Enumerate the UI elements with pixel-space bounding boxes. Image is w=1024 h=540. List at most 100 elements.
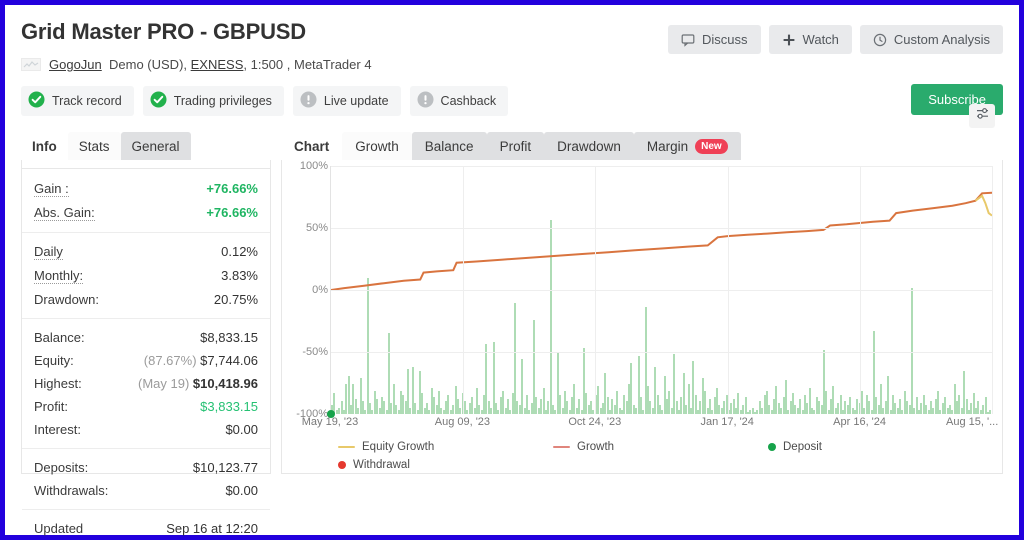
info-row-value: 0.12% (221, 244, 258, 259)
legend-item[interactable]: Withdrawal (338, 459, 410, 471)
legend-label: Deposit (783, 441, 822, 453)
info-row: Interest: $0.00 (34, 418, 258, 441)
check-circle-icon (150, 91, 167, 111)
custom-analysis-label: Custom Analysis (893, 32, 990, 47)
plot-canvas[interactable] (327, 166, 993, 418)
legend-label: Growth (577, 441, 615, 453)
info-row-key: Balance: (34, 330, 85, 345)
chart-panel: Chart Growth Balance Profit Drawdown Margin Ne… (281, 104, 1003, 474)
info-row-value: $8,833.15 (200, 330, 258, 345)
discuss-button[interactable]: Discuss (668, 25, 761, 54)
badge-track-record[interactable]: Track record (21, 86, 134, 116)
speech-bubble-icon (681, 33, 695, 47)
leverage: , 1:500 , (243, 57, 291, 72)
info-tab-info[interactable]: Info (21, 132, 68, 160)
info-rows: Gain : +76.66% Abs. Gain: +76.66% Daily 0.12%… (22, 177, 270, 540)
tab-label: Drawdown (557, 139, 621, 154)
info-row-key: Updated (34, 521, 84, 536)
info-row-value: +76.66% (206, 205, 258, 220)
x-axis-labels: May 19, '23 Aug 09, '23 Oct 24, '23 Jan 17,… (302, 416, 999, 436)
info-row-key: Deposits: (34, 460, 89, 475)
info-row-value-prefix: (May 19) (138, 376, 193, 391)
grid-line-vertical (727, 166, 729, 414)
badge-label: Track record (52, 94, 122, 108)
info-row-value: $10,123.77 (192, 460, 258, 475)
badge-cashback[interactable]: Cashback (409, 86, 509, 116)
account-subline: GogoJun Demo (USD), EXNESS , 1:500 , Met… (21, 57, 1003, 72)
header-actions: Discuss Watch Custom Analysis (668, 25, 1003, 54)
info-row-key[interactable]: Monthly: (34, 268, 84, 284)
info-tab-stats[interactable]: Stats (67, 132, 121, 160)
info-row: Deposits: $10,123.77 (34, 456, 258, 479)
info-row-value: $0.00 (225, 483, 258, 498)
info-row: Abs. Gain: +76.66% (34, 201, 258, 225)
chart-tab-profit[interactable]: Profit (486, 132, 545, 160)
chart-card: 100% 50% 0% -50% -100% May 19, '23 Aug 09, '2… (281, 160, 1003, 474)
tab-label: Balance (424, 139, 474, 154)
info-row: Monthly: 3.83% (34, 264, 258, 288)
new-badge: New (695, 139, 728, 154)
info-row-key[interactable]: Abs. Gain: (34, 205, 95, 221)
x-tick-label: Apr 16, '24 (833, 416, 887, 428)
platform: MetaTrader 4 (294, 57, 372, 72)
series-line-growth (331, 193, 992, 290)
grid-line-vertical (595, 166, 597, 414)
chart-tab-drawdown[interactable]: Drawdown (544, 132, 634, 160)
info-row-key[interactable]: Daily (34, 244, 63, 260)
info-row-value: 20.75% (213, 292, 258, 307)
chart-tab-margin[interactable]: Margin New (633, 132, 741, 160)
info-row: Daily 0.12% (34, 240, 258, 264)
legend-item[interactable]: Deposit (768, 441, 822, 453)
info-row-key: Drawdown: (34, 292, 100, 307)
chart-settings-button[interactable] (969, 104, 995, 128)
legend-item[interactable]: Growth (553, 441, 614, 453)
x-tick-label: Jan 17, '24 (700, 416, 754, 428)
y-tick-label: 0% (312, 284, 328, 296)
watch-button[interactable]: Watch (768, 25, 852, 54)
legend-item[interactable]: Equity Growth (338, 441, 434, 453)
info-card: Gain : +76.66% Abs. Gain: +76.66% Daily 0.12%… (21, 160, 271, 536)
row-divider (22, 448, 270, 449)
info-row-value-main: $10,418.96 (192, 376, 258, 391)
info-row: Highest: (May 19) $10,418.96 (34, 372, 258, 395)
clock-icon (873, 33, 887, 47)
info-row-value-main: $7,744.06 (200, 353, 258, 368)
info-panel: Info Stats General Gain : +76.66% Abs. Gain:… (21, 130, 271, 536)
check-circle-icon (28, 91, 45, 111)
legend-line-swatch (553, 446, 570, 448)
grid-line-vertical (463, 166, 465, 414)
grid-line-vertical (859, 166, 861, 414)
page-header: Grid Master PRO - GBPUSD GogoJun Demo (U… (5, 5, 1019, 72)
grid-line-vertical (992, 166, 993, 414)
broker-name[interactable]: EXNESS (191, 57, 244, 72)
chart-tab-chart[interactable]: Chart (281, 132, 343, 160)
info-row-key[interactable]: Gain : (34, 181, 69, 197)
badge-live-update[interactable]: Live update (292, 86, 401, 116)
main-content: Info Stats General Gain : +76.66% Abs. Gain:… (5, 104, 1019, 536)
chart-tab-growth[interactable]: Growth (342, 132, 412, 160)
info-row-key: Profit: (34, 399, 68, 414)
badge-trading-privileges[interactable]: Trading privileges (142, 86, 284, 116)
tab-label: Chart (294, 139, 330, 154)
grid-line-horizontal (331, 228, 992, 229)
sliders-icon (975, 106, 990, 126)
y-tick-label: 50% (305, 222, 328, 234)
info-row-value-prefix: (87.67%) (143, 353, 201, 368)
chart-tab-balance[interactable]: Balance (411, 132, 487, 160)
custom-analysis-button[interactable]: Custom Analysis (859, 25, 1003, 54)
badge-label: Cashback (440, 94, 497, 108)
badge-label: Live update (323, 94, 389, 108)
x-tick-label: Aug 09, '23 (434, 416, 491, 428)
series-line-equity-growth (975, 196, 992, 216)
info-row-value: Sep 16 at 12:20 (166, 521, 258, 536)
info-tab-general[interactable]: General (120, 132, 191, 160)
tab-label: Profit (499, 139, 532, 154)
account-name[interactable]: GogoJun (49, 57, 102, 72)
info-row-value: $0.00 (225, 422, 258, 437)
info-row-key: Interest: (34, 422, 81, 437)
info-row-value: (87.67%) $7,744.06 (144, 353, 258, 368)
info-row: Updated Sep 16 at 12:20 (34, 517, 258, 540)
x-tick-label: Oct 24, '23 (568, 416, 622, 428)
chart-legend: Equity Growth Growth Deposit Withdrawal (338, 438, 986, 474)
account-type: Demo (USD), (109, 57, 188, 72)
